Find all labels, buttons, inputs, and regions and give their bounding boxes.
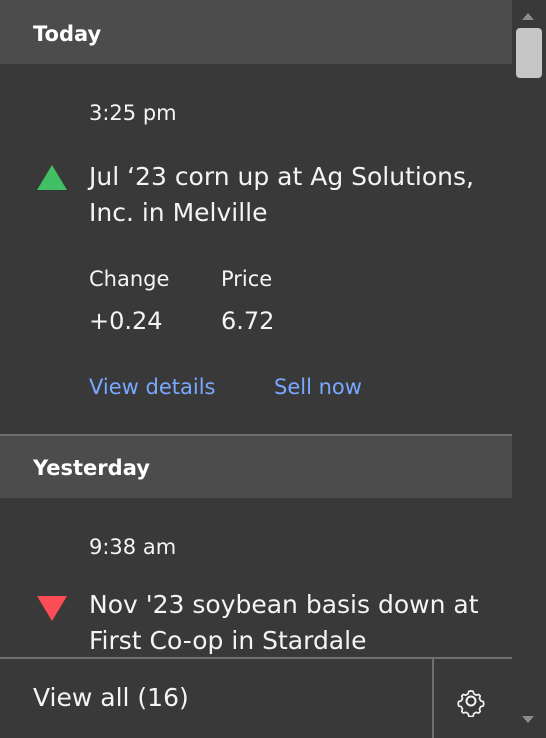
footer-divider [432, 659, 434, 738]
notification-title: Jul ‘23 corn up at Ag Solutions, Inc. in… [89, 162, 474, 227]
view-all-button[interactable]: View all (16) [33, 683, 189, 712]
trend-down-icon [37, 596, 67, 621]
gear-icon[interactable] [455, 685, 487, 718]
notification-time: 3:25 pm [89, 101, 177, 125]
panel-footer: View all (16) [0, 657, 512, 738]
section-header-label: Yesterday [33, 456, 150, 480]
notification-time: 9:38 am [89, 535, 177, 559]
scroll-down-icon[interactable] [522, 716, 534, 723]
change-label: Change [89, 267, 170, 291]
scrollbar[interactable] [512, 0, 546, 738]
price-value: 6.72 [221, 307, 275, 335]
section-header-label: Today [33, 22, 102, 46]
section-header-yesterday: Yesterday [0, 436, 512, 498]
view-details-link[interactable]: View details [89, 375, 215, 399]
trend-up-icon [37, 165, 67, 190]
scrollbar-thumb[interactable] [516, 28, 542, 78]
scroll-up-icon[interactable] [522, 13, 534, 20]
price-label: Price [221, 267, 273, 291]
change-value: +0.24 [89, 307, 163, 335]
sell-now-link[interactable]: Sell now [274, 375, 362, 399]
notifications-panel: Today 3:25 pm Jul ‘23 corn up at Ag Solu… [0, 0, 512, 738]
section-header-today: Today [0, 0, 512, 64]
notification-title: Nov '23 soybean basis down at First Co-o… [89, 590, 479, 655]
